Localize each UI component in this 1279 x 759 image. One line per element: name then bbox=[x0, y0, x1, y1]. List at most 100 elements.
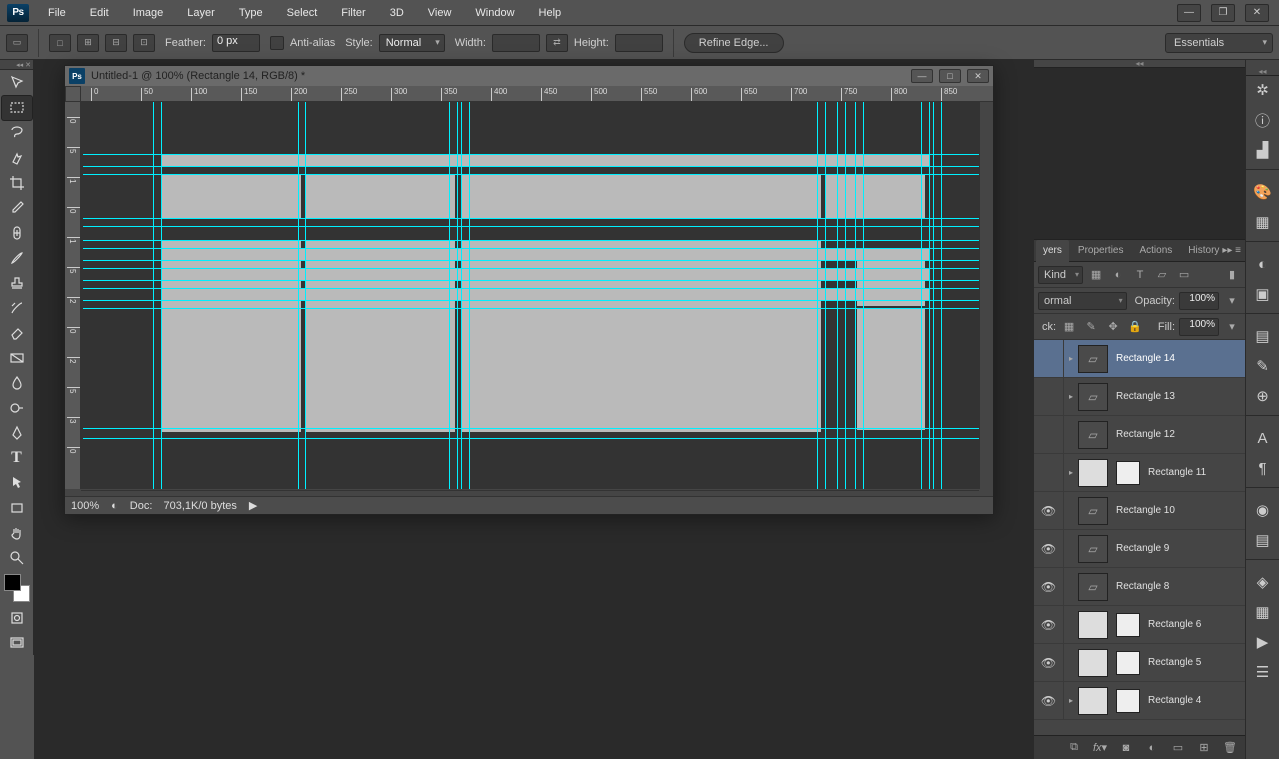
mask-thumbnail[interactable] bbox=[1116, 689, 1140, 713]
navigator-icon[interactable]: ✲ bbox=[1249, 76, 1277, 104]
path-select-tool[interactable] bbox=[2, 471, 32, 495]
move-tool[interactable] bbox=[2, 71, 32, 95]
marquee-tool[interactable] bbox=[2, 96, 32, 120]
antialias-checkbox[interactable] bbox=[270, 36, 284, 50]
layer-row[interactable]: ▱Rectangle 12 bbox=[1034, 416, 1245, 454]
visibility-toggle[interactable] bbox=[1034, 454, 1064, 491]
tab-properties[interactable]: Properties bbox=[1071, 240, 1131, 262]
guide-vertical[interactable] bbox=[298, 102, 299, 489]
mask-thumbnail[interactable] bbox=[1116, 651, 1140, 675]
close-button[interactable]: ✕ bbox=[1245, 4, 1269, 22]
guide-horizontal[interactable] bbox=[83, 300, 979, 301]
opacity-input[interactable]: 100% bbox=[1179, 292, 1219, 310]
layer-row[interactable]: 👁▱Rectangle 9 bbox=[1034, 530, 1245, 568]
ruler-origin[interactable] bbox=[65, 86, 81, 102]
guide-vertical[interactable] bbox=[457, 102, 458, 489]
filter-smart-icon[interactable]: ▭ bbox=[1175, 266, 1193, 284]
intersect-selection-icon[interactable]: ⊡ bbox=[133, 34, 155, 52]
opacity-slider-icon[interactable]: ▾ bbox=[1223, 292, 1241, 310]
quickmask-tool[interactable] bbox=[2, 606, 32, 630]
filter-shape-icon[interactable]: ▱ bbox=[1153, 266, 1171, 284]
lock-position-icon[interactable]: ✥ bbox=[1104, 318, 1122, 336]
expand-icon[interactable]: ▸ bbox=[1064, 696, 1078, 705]
subtract-selection-icon[interactable]: ⊟ bbox=[105, 34, 127, 52]
canvas[interactable] bbox=[83, 102, 979, 489]
guide-vertical[interactable] bbox=[845, 102, 846, 489]
layer-name[interactable]: Rectangle 10 bbox=[1116, 505, 1175, 516]
layer-name[interactable]: Rectangle 14 bbox=[1116, 353, 1175, 364]
filter-adjust-icon[interactable]: ◐ bbox=[1109, 266, 1127, 284]
tab-layers[interactable]: yers bbox=[1036, 240, 1069, 262]
guide-vertical[interactable] bbox=[863, 102, 864, 489]
zoom-tool[interactable] bbox=[2, 546, 32, 570]
blend-mode-select[interactable]: ormal bbox=[1038, 292, 1127, 310]
type-tool[interactable]: T bbox=[2, 446, 32, 470]
lock-pixel-icon[interactable]: ✎ bbox=[1082, 318, 1100, 336]
layers-dock-icon[interactable]: ◈ bbox=[1249, 568, 1277, 596]
info-icon[interactable]: ◐ bbox=[111, 500, 118, 512]
brush-tool[interactable] bbox=[2, 246, 32, 270]
guide-vertical[interactable] bbox=[153, 102, 154, 489]
menu-file[interactable]: File bbox=[36, 0, 78, 26]
menu-layer[interactable]: Layer bbox=[175, 0, 227, 26]
lock-transparent-icon[interactable]: ▦ bbox=[1060, 318, 1078, 336]
guide-horizontal[interactable] bbox=[83, 154, 979, 155]
group-icon[interactable]: ▭ bbox=[1167, 739, 1189, 757]
maximize-button[interactable]: ❐ bbox=[1211, 4, 1235, 22]
layer-name[interactable]: Rectangle 13 bbox=[1116, 391, 1175, 402]
guide-vertical[interactable] bbox=[855, 102, 856, 489]
expand-icon[interactable]: ▸ bbox=[1064, 354, 1078, 363]
adjustment-icon[interactable]: ◐ bbox=[1141, 739, 1163, 757]
fill-input[interactable]: 100% bbox=[1179, 318, 1219, 336]
healing-tool[interactable] bbox=[2, 221, 32, 245]
visibility-toggle[interactable]: 👁 bbox=[1034, 644, 1064, 681]
menu-3d[interactable]: 3D bbox=[378, 0, 416, 26]
layer-thumbnail[interactable]: ▱ bbox=[1078, 535, 1108, 563]
link-layers-icon[interactable]: ⧉ bbox=[1063, 739, 1085, 757]
tool-preset-icon[interactable]: ▭ bbox=[6, 34, 28, 52]
layer-thumbnail[interactable]: ▱ bbox=[1078, 573, 1108, 601]
histogram-icon[interactable]: ▟ bbox=[1249, 136, 1277, 164]
paragraph-icon[interactable]: ¶ bbox=[1249, 454, 1277, 482]
refine-edge-button[interactable]: Refine Edge... bbox=[684, 33, 784, 53]
eyedropper-tool[interactable] bbox=[2, 196, 32, 220]
clone-source-icon[interactable]: ⊕ bbox=[1249, 382, 1277, 410]
dodge-tool[interactable] bbox=[2, 396, 32, 420]
adjustments-icon[interactable]: ◐ bbox=[1249, 250, 1277, 278]
hand-tool[interactable] bbox=[2, 521, 32, 545]
color-icon[interactable]: 🎨 bbox=[1249, 178, 1277, 206]
layer-name[interactable]: Rectangle 12 bbox=[1116, 429, 1175, 440]
guide-horizontal[interactable] bbox=[83, 288, 979, 289]
width-input[interactable] bbox=[492, 34, 540, 52]
swap-dimensions-icon[interactable]: ⇄ bbox=[546, 34, 568, 52]
guide-horizontal[interactable] bbox=[83, 428, 979, 429]
document-titlebar[interactable]: Ps Untitled-1 @ 100% (Rectangle 14, RGB/… bbox=[65, 66, 993, 86]
guide-vertical[interactable] bbox=[449, 102, 450, 489]
timeline-icon[interactable]: ☰ bbox=[1249, 658, 1277, 686]
guide-vertical[interactable] bbox=[461, 102, 462, 489]
guide-horizontal[interactable] bbox=[83, 240, 979, 241]
guide-vertical[interactable] bbox=[941, 102, 942, 489]
doc-maximize-button[interactable]: □ bbox=[939, 69, 961, 83]
menu-view[interactable]: View bbox=[416, 0, 464, 26]
layer-row[interactable]: 👁▸Rectangle 4 bbox=[1034, 682, 1245, 720]
3d-icon[interactable]: ◉ bbox=[1249, 496, 1277, 524]
shape-tool[interactable] bbox=[2, 496, 32, 520]
layer-name[interactable]: Rectangle 5 bbox=[1148, 657, 1201, 668]
menu-filter[interactable]: Filter bbox=[329, 0, 377, 26]
styles-icon[interactable]: ▣ bbox=[1249, 280, 1277, 308]
dock-collapse-handle[interactable]: ◂◂ bbox=[1246, 68, 1279, 76]
menu-image[interactable]: Image bbox=[121, 0, 176, 26]
fill-slider-icon[interactable]: ▾ bbox=[1223, 318, 1241, 336]
layer-thumbnail[interactable] bbox=[1078, 459, 1108, 487]
layer-thumbnail[interactable] bbox=[1078, 649, 1108, 677]
feather-input[interactable]: 0 px bbox=[212, 34, 260, 52]
measure-icon[interactable]: ▤ bbox=[1249, 526, 1277, 554]
layer-row[interactable]: ▸Rectangle 11 bbox=[1034, 454, 1245, 492]
filter-type-icon[interactable]: T bbox=[1131, 266, 1149, 284]
paths-icon[interactable]: ▶ bbox=[1249, 628, 1277, 656]
fg-bg-swatches[interactable] bbox=[2, 574, 32, 602]
layer-row[interactable]: ▸▱Rectangle 13 bbox=[1034, 378, 1245, 416]
visibility-toggle[interactable]: 👁 bbox=[1034, 492, 1064, 529]
layer-name[interactable]: Rectangle 6 bbox=[1148, 619, 1201, 630]
